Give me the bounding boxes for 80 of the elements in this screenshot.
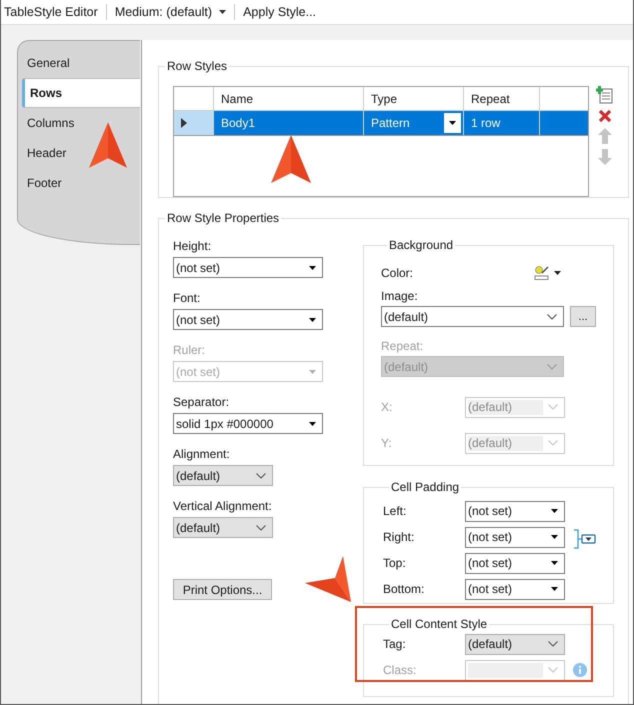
field-label: Separator:	[173, 395, 230, 409]
tab[interactable]: General	[18, 48, 140, 78]
tab[interactable]: Columns	[18, 108, 140, 138]
dropdown-button[interactable]	[444, 113, 461, 133]
row-pointer-icon	[181, 118, 187, 128]
group-title: Cell Padding	[390, 480, 460, 494]
caret-icon	[309, 370, 316, 374]
dropdown-field[interactable]: (default)	[173, 465, 273, 486]
field-label: Tag:	[383, 637, 407, 651]
field-label: Height:	[173, 239, 212, 253]
group-title: Row Style Properties	[166, 211, 280, 225]
color-picker[interactable]	[534, 266, 561, 280]
dropdown-field[interactable]: (not set)	[465, 526, 565, 548]
field-label: Font:	[173, 291, 202, 305]
caret-icon	[449, 121, 456, 125]
caret-icon	[551, 561, 558, 565]
caret-icon	[551, 587, 558, 591]
editor-title: TableStyle Editor	[3, 5, 99, 19]
field-label: Y:	[381, 436, 393, 450]
browse-button[interactable]: ...	[570, 306, 596, 327]
dropdown-field[interactable]: (not set)	[173, 257, 323, 278]
chevron-icon	[256, 472, 266, 478]
grid-row[interactable]: Body1 Pattern 1 row	[174, 111, 588, 136]
dropdown-field[interactable]: (not set)	[173, 309, 323, 330]
chevron-icon	[548, 404, 558, 410]
field-label: Repeat:	[381, 339, 424, 353]
medium-dropdown[interactable]: Medium: (default)	[106, 5, 234, 19]
caret-icon	[551, 509, 558, 513]
caret-icon	[219, 10, 226, 14]
dropdown-field[interactable]: (default)	[465, 634, 565, 654]
field-label: X:	[381, 400, 394, 414]
field-label: Image:	[381, 289, 419, 303]
caret-icon	[309, 266, 316, 270]
chevron-icon	[548, 667, 558, 673]
group-title: Background	[388, 238, 454, 252]
column-header: Repeat	[464, 87, 540, 110]
tab[interactable]: Rows	[22, 78, 140, 108]
pointer-arrow-icon	[305, 556, 353, 602]
chevron-icon	[548, 440, 558, 446]
caret-icon	[309, 318, 316, 322]
dropdown-field[interactable]: (not set)	[465, 500, 565, 522]
field-label: Alignment:	[173, 447, 231, 461]
group-title: Cell Content Style	[390, 617, 488, 631]
delete-icon[interactable]	[598, 109, 612, 123]
field-label: Class:	[383, 663, 418, 677]
field-label: Left:	[383, 504, 408, 518]
info-icon	[573, 663, 587, 677]
dropdown-field[interactable]: solid 1px #000000	[173, 413, 323, 434]
apply-style-button[interactable]: Apply Style...	[235, 5, 324, 19]
chevron-icon	[256, 524, 266, 530]
table-cell	[540, 111, 588, 135]
pointer-arrow-icon	[89, 122, 127, 168]
add-row-icon[interactable]	[596, 86, 614, 104]
field-label: Bottom:	[383, 582, 426, 596]
link-values-icon[interactable]	[573, 529, 597, 549]
field-label: Ruler:	[173, 343, 206, 357]
dropdown-field[interactable]: (default)	[381, 306, 564, 327]
print-options-button[interactable]: Print Options...	[173, 579, 272, 600]
table-cell: Body1	[214, 111, 364, 135]
caret-icon	[551, 535, 558, 539]
table-cell: Pattern	[371, 116, 410, 130]
tab[interactable]: Footer	[18, 168, 140, 198]
chevron-icon	[548, 641, 558, 647]
field-label: Color:	[381, 266, 414, 280]
dropdown-field[interactable]: (default)	[173, 517, 273, 538]
table-cell: 1 row	[464, 111, 540, 135]
field-label: Vertical Alignment:	[173, 499, 273, 513]
chevron-icon	[547, 314, 557, 320]
pointer-arrow-icon	[271, 135, 311, 183]
tab[interactable]: Header	[18, 138, 140, 168]
caret-icon	[309, 422, 316, 426]
field-label: Right:	[383, 530, 416, 544]
column-header: Name	[214, 87, 364, 110]
column-header: Type	[364, 87, 464, 110]
dropdown-field[interactable]: (not set)	[465, 578, 565, 600]
field-label: Top:	[383, 556, 407, 570]
group-title: Row Styles	[166, 59, 228, 73]
caret-icon	[554, 271, 561, 275]
dropdown-field[interactable]: (not set)	[465, 552, 565, 574]
chevron-icon	[547, 364, 557, 370]
